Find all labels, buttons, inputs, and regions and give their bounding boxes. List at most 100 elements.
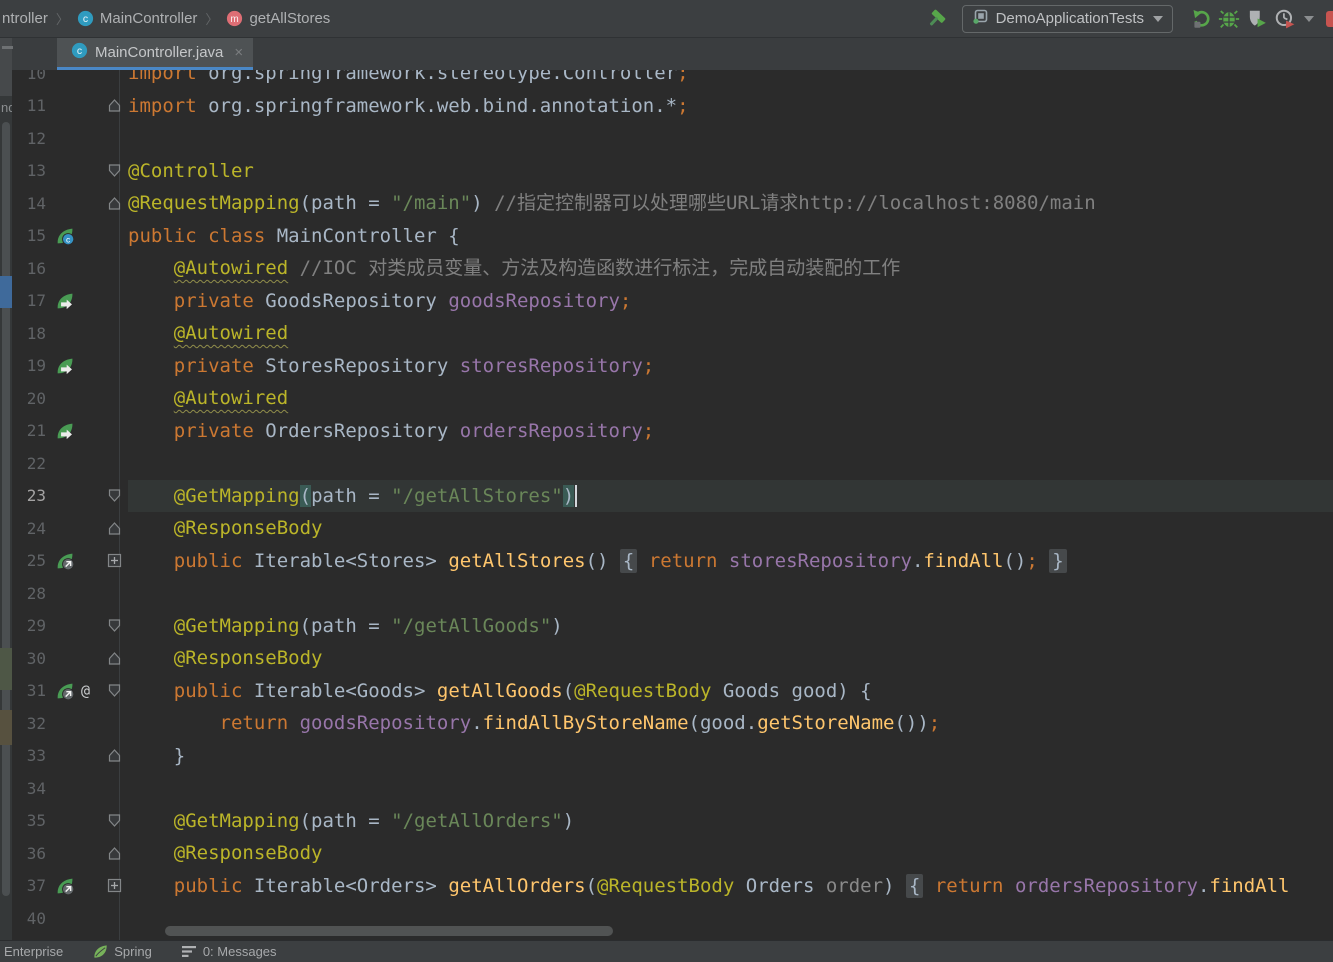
fold-marker-up-icon[interactable] [100,98,128,113]
profiler-dropdown-icon[interactable] [1299,6,1317,32]
svg-text:c: c [83,13,88,25]
breadcrumb-separator: 〉 [56,9,69,28]
ide-window: ntroller 〉 c MainController 〉 mgetAllStores D… [0,0,1333,962]
line-number: 15 [12,226,52,245]
gutter-icons [52,292,100,310]
code-line: 29 @GetMapping(path = "/getAllGoods") [12,610,1333,643]
code-line: 32 return goodsRepository.findAllByStore… [12,707,1333,740]
svg-text:c: c [77,45,82,57]
code-line: 16 @Autowired //IOC 对类成员变量、方法及构造函数进行标注，完… [12,252,1333,285]
line-number: 37 [12,876,52,895]
breadcrumb-separator: 〉 [205,9,218,28]
breadcrumb-item-ntroller[interactable]: ntroller [2,10,48,27]
code-text: @Autowired [128,382,1333,415]
line-number: 28 [12,584,52,603]
status-item-label: Spring [114,944,152,959]
spring-leaf-icon [93,944,108,959]
profiler-icon[interactable] [1271,6,1299,32]
fold-marker-up-icon[interactable] [100,196,128,211]
code-text [128,122,1333,155]
code-text: @Controller [128,155,1333,188]
code-text [128,577,1333,610]
fold-marker-down-icon[interactable] [100,163,128,178]
code-text: public Iterable<Goods> getAllGoods(@Requ… [128,675,1333,708]
spring-request-mapping-icon[interactable] [56,552,74,570]
spring-autowired-icon[interactable] [56,422,74,440]
gutter-icons: c [52,227,100,245]
code-line: 20 @Autowired [12,382,1333,415]
build-hammer-icon[interactable] [924,6,952,32]
code-editor[interactable]: 10 import org.springframework.stereotype.… [12,70,1333,940]
line-number: 12 [12,129,52,148]
fold-marker-plus-icon[interactable] [100,553,128,568]
code-text: @ResponseBody [128,837,1333,870]
strip-mark-blue [0,276,12,308]
status-item-0-messages[interactable]: 0: Messages [182,944,277,959]
code-text [128,772,1333,805]
code-line: 31@ public Iterable<Goods> getAllGoods(@… [12,675,1333,708]
svg-text:c: c [66,234,70,244]
breadcrumb-item-maincontroller[interactable]: c MainController [77,10,198,27]
tab-maincontroller-java[interactable]: c MainController.java × [57,38,253,70]
spring-autowired-icon[interactable] [56,357,74,375]
code-line: 34 [12,772,1333,805]
breadcrumb-item-getallstores[interactable]: mgetAllStores [226,10,330,27]
code-text: import org.springframework.stereotype.Co… [128,70,1333,90]
run-configuration-select[interactable]: DemoApplicationTests [962,5,1173,33]
code-line: 35 @GetMapping(path = "/getAllOrders") [12,805,1333,838]
code-line: 25 public Iterable<Stores> getAllStores(… [12,545,1333,578]
fold-marker-up-icon[interactable] [100,846,128,861]
stop-icon[interactable] [1326,11,1333,27]
code-text: @GetMapping(path = "/getAllGoods") [128,610,1333,643]
status-bar: Enterprise Spring 0: Messages [0,940,1333,962]
code-text: @RequestMapping(path = "/main") //指定控制器可… [128,187,1333,220]
breadcrumb-label: MainController [100,10,198,27]
breadcrumb-label: getAllStores [249,10,330,27]
tool-window-stripe-dash [2,46,13,49]
fold-marker-down-icon[interactable] [100,813,128,828]
code-line: 17 private GoodsRepository goodsReposito… [12,285,1333,318]
code-text: } [128,740,1333,773]
horizontal-scrollbar-thumb[interactable] [165,926,613,936]
spring-bean-class-icon[interactable]: c [56,227,74,245]
left-panel-sliver: nd [0,38,12,940]
fold-marker-up-icon[interactable] [100,651,128,666]
line-number: 11 [12,96,52,115]
code-text: public class MainController { [128,220,1333,253]
code-line: 24 @ResponseBody [12,512,1333,545]
code-line: 33 } [12,740,1333,773]
fold-marker-down-icon[interactable] [100,618,128,633]
gutter-icons [52,357,100,375]
debug-icon[interactable] [1215,6,1243,32]
close-icon[interactable]: × [234,44,243,61]
fold-marker-plus-icon[interactable] [100,878,128,893]
panel-scrollbar-thumb[interactable] [2,122,10,896]
code-line: 23 @GetMapping(path = "/getAllStores") [12,480,1333,513]
code-line: 37 public Iterable<Orders> getAllOrders(… [12,870,1333,903]
code-line: 22 [12,447,1333,480]
line-number: 10 [12,70,52,83]
rerun-icon[interactable] [1187,6,1215,32]
code-lines: 10 import org.springframework.stereotype.… [12,70,1333,940]
at-annotation-icon[interactable]: @ [76,681,95,700]
gutter-icons [52,552,100,570]
line-number: 24 [12,519,52,538]
fold-marker-up-icon[interactable] [100,521,128,536]
spring-autowired-icon[interactable] [56,292,74,310]
spring-request-mapping-icon[interactable] [56,877,74,895]
code-line: 10 import org.springframework.stereotype.… [12,70,1333,90]
code-text: @GetMapping(path = "/getAllOrders") [128,805,1333,838]
code-line: 30 @ResponseBody [12,642,1333,675]
spring-request-mapping-icon[interactable] [56,682,74,700]
fold-marker-down-icon[interactable] [100,488,128,503]
run-with-coverage-icon[interactable] [1243,6,1271,32]
status-item-spring[interactable]: Spring [93,944,152,959]
status-item-label: Enterprise [4,944,63,959]
svg-text:@: @ [81,682,90,700]
fold-marker-up-icon[interactable] [100,748,128,763]
fold-marker-down-icon[interactable] [100,683,128,698]
status-item-enterprise[interactable]: Enterprise [4,944,63,959]
class-icon: c [71,42,88,63]
code-text: @ResponseBody [128,512,1333,545]
code-line: 18 @Autowired [12,317,1333,350]
